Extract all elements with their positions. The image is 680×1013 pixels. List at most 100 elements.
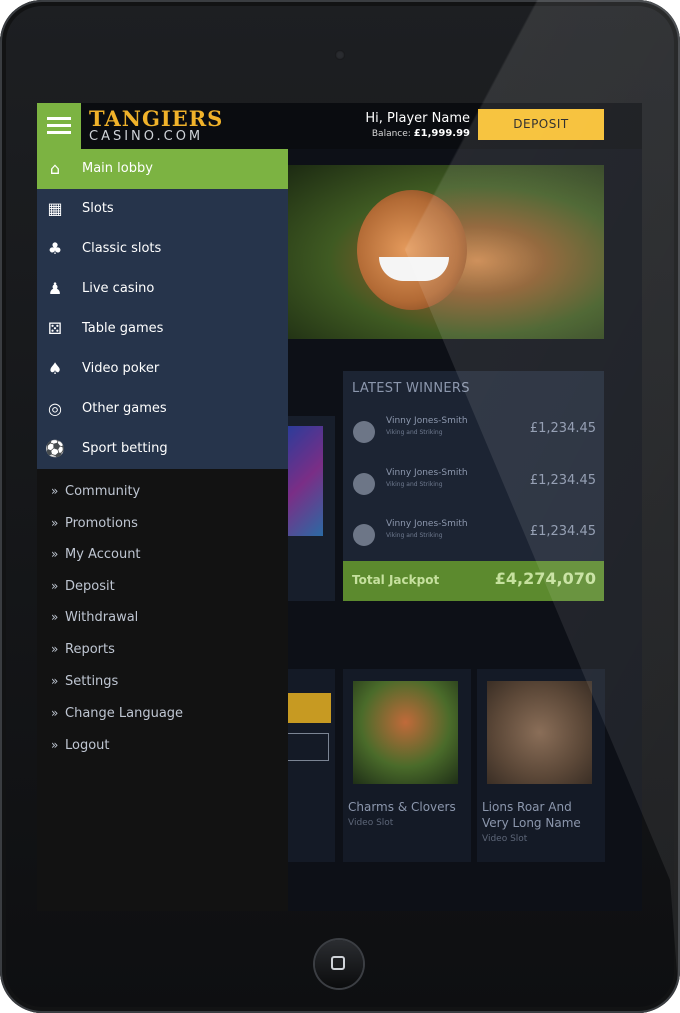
submenu-change-language[interactable]: » Change Language [51,701,183,725]
chevron-right-icon: » [51,484,59,498]
promo-play-button[interactable] [287,693,331,723]
submenu-logout[interactable]: » Logout [51,733,110,757]
submenu-label: Community [65,484,141,499]
submenu-label: Withdrawal [65,610,139,625]
deposit-button[interactable]: DEPOSIT [478,109,604,140]
menu-item-table-games[interactable]: ⚄ Table games [37,309,288,349]
menu-item-classic-slots[interactable]: ♣ Classic slots [37,229,288,269]
chevron-right-icon: » [51,738,59,752]
balance-value: £1,999.99 [413,128,470,139]
menu-item-label: Live casino [82,281,155,296]
cherries-icon: ♣ [47,239,63,258]
home-button[interactable] [315,940,363,988]
game-title-text: Lions Roar And Very Long Name [482,800,581,830]
cards-icon: ♠ [47,359,63,378]
game-title: Lions Roar And Very Long Name Video Slot [482,799,602,847]
chevron-right-icon: » [51,642,59,656]
chevron-right-icon: » [51,674,59,688]
dealer-icon: ♟ [47,279,63,298]
submenu-label: Promotions [65,516,138,531]
winner-row: Vinny Jones-Smith Viking and Striking £1… [351,463,596,507]
menu-item-label: Slots [82,201,114,216]
home-square-icon [331,956,345,970]
submenu-reports[interactable]: » Reports [51,637,115,661]
winner-game: Viking and Striking [386,429,443,436]
top-bar: TANGIERS CASINO.COM Hi, Player Name Bala… [37,103,642,149]
menu-item-main-lobby[interactable]: ⌂ Main lobby [37,149,288,189]
game-card-partial[interactable] [287,416,335,601]
side-drawer: ⌂ Main lobby ▦ Slots ♣ Classic slots ♟ L… [37,149,288,911]
chevron-right-icon: » [51,579,59,593]
balance-label: Balance: [371,129,411,139]
winner-name: Vinny Jones-Smith [386,416,468,426]
submenu-withdrawal[interactable]: » Withdrawal [51,605,138,629]
promo-card-partial [287,669,335,862]
trophy-icon [353,473,375,495]
chevron-right-icon: » [51,547,59,561]
winner-name: Vinny Jones-Smith [386,519,468,529]
submenu-deposit[interactable]: » Deposit [51,574,115,598]
trophy-icon [353,524,375,546]
user-balance: Hi, Player Name Balance: £1,999.99 [365,110,470,141]
menu-item-label: Other games [82,401,167,416]
game-subtitle: Video Slot [482,834,528,844]
logo-text-sub: CASINO.COM [89,129,204,144]
menu-item-other-games[interactable]: ◎ Other games [37,389,288,429]
winner-name: Vinny Jones-Smith [386,468,468,478]
football-icon: ⚽ [45,439,65,458]
total-jackpot-bar: Total Jackpot £4,274,070 [343,561,604,601]
game-card[interactable]: Lions Roar And Very Long Name Video Slot [477,669,605,862]
home-icon: ⌂ [49,159,61,178]
submenu-label: Change Language [65,706,184,721]
winner-amount: £1,234.45 [529,473,596,488]
menu-item-label: Video poker [82,361,160,376]
trophy-icon [353,421,375,443]
winner-amount: £1,234.45 [529,524,596,539]
chevron-right-icon: » [51,610,59,624]
dice-icon: ⚄ [48,319,62,338]
menu-item-label: Main lobby [82,161,153,176]
app-screen: LATEST WINNERS Vinny Jones-Smith Viking … [37,103,642,911]
slot-machine-icon: ▦ [47,199,63,218]
submenu-settings[interactable]: » Settings [51,669,118,693]
winner-game: Viking and Striking [386,481,443,488]
camera-icon [335,50,345,60]
submenu-label: Logout [65,738,110,753]
menu-item-live-casino[interactable]: ♟ Live casino [37,269,288,309]
jackpot-label: Total Jackpot [352,573,440,587]
winner-game: Viking and Striking [386,532,443,539]
menu-item-slots[interactable]: ▦ Slots [37,189,288,229]
winner-row: Vinny Jones-Smith Viking and Striking £1… [351,514,596,558]
balance-line: Balance: £1,999.99 [365,127,470,141]
game-thumbnail [487,681,592,784]
submenu-community[interactable]: » Community [51,479,140,503]
menu-item-label: Classic slots [82,241,162,256]
chip-icon: ◎ [48,399,62,418]
leprechaun-image [357,190,467,310]
submenu-label: Deposit [65,579,115,594]
chevron-right-icon: » [51,516,59,530]
hamburger-menu-button[interactable] [37,103,81,149]
winner-amount: £1,234.45 [529,421,596,436]
game-card[interactable]: Charms & Clovers Video Slot [343,669,471,862]
latest-winners-title: LATEST WINNERS [352,381,470,396]
menu-item-label: Table games [82,321,164,336]
submenu-promotions[interactable]: » Promotions [51,511,138,535]
game-thumbnail [287,426,323,536]
submenu-label: Reports [65,642,115,657]
chevron-right-icon: » [51,706,59,720]
game-subtitle: Video Slot [348,818,394,828]
game-thumbnail [353,681,458,784]
greeting-text: Hi, Player Name [365,111,470,126]
menu-item-video-poker[interactable]: ♠ Video poker [37,349,288,389]
submenu-my-account[interactable]: » My Account [51,542,141,566]
game-title-text: Charms & Clovers [348,800,456,814]
casino-logo[interactable]: TANGIERS CASINO.COM [89,108,223,145]
menu-item-label: Sport betting [82,441,168,456]
submenu-label: Settings [65,674,119,689]
game-title: Charms & Clovers Video Slot [348,799,468,831]
tablet-frame: LATEST WINNERS Vinny Jones-Smith Viking … [0,0,680,1013]
menu-item-sport-betting[interactable]: ⚽ Sport betting [37,429,288,469]
hero-banner[interactable] [287,165,604,339]
promo-info-button[interactable] [287,733,329,761]
